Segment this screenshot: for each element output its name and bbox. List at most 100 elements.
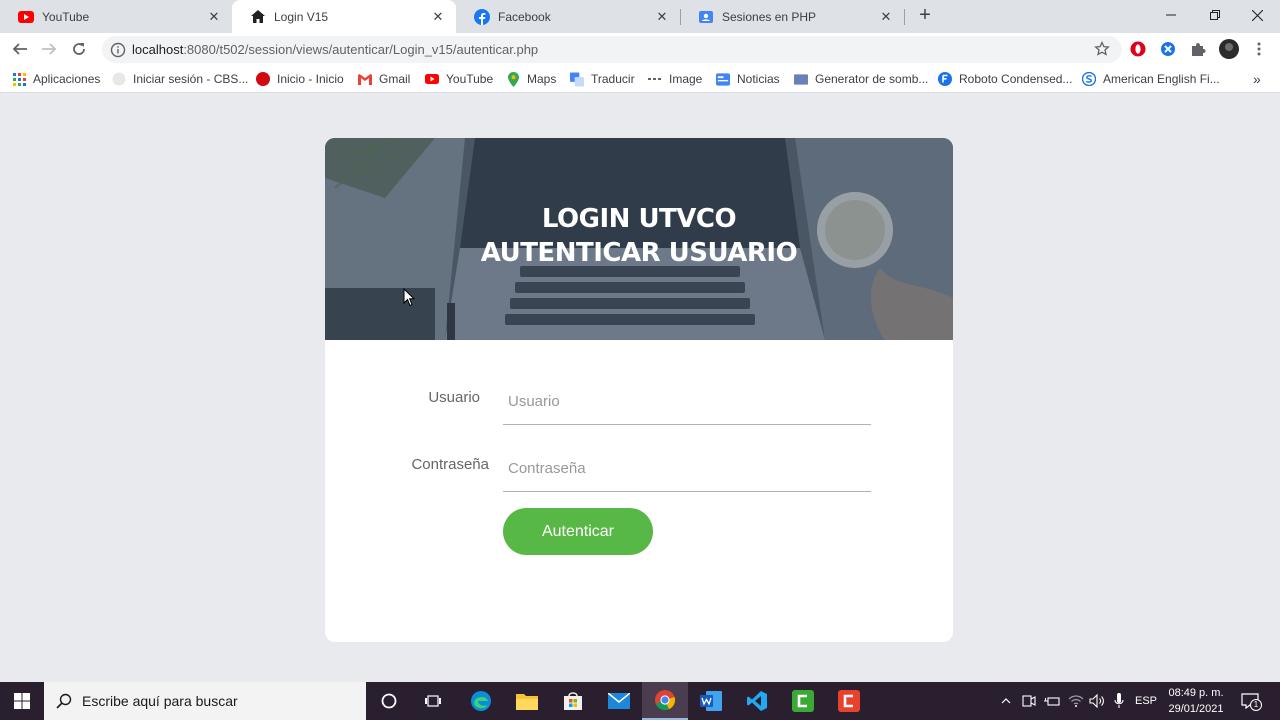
close-icon[interactable]: ✕ [654, 9, 670, 25]
tab-title: Facebook [498, 9, 551, 24]
cortana-button[interactable] [366, 682, 412, 720]
close-icon[interactable]: ✕ [206, 9, 222, 25]
title-line-1: LOGIN UTVCO [541, 204, 737, 234]
bookmark-american-english[interactable]: American English Fi... [1082, 70, 1220, 88]
bookmark-inicio[interactable]: Inicio - Inicio [256, 70, 344, 88]
clock-date: 29/01/2021 [1168, 703, 1224, 715]
bookmark-label: Roboto Condensed... [959, 72, 1073, 86]
store-app[interactable] [550, 682, 596, 720]
volume-button[interactable] [1086, 682, 1108, 720]
tab-sesiones-php[interactable]: Sesiones en PHP ✕ [680, 0, 904, 33]
browser-toolbar: localhost:8080/t502/session/views/autent… [0, 33, 1280, 65]
mouse-cursor-icon [403, 288, 415, 307]
bookmark-noticias[interactable]: Noticias [716, 70, 780, 88]
red-circle-icon [256, 72, 270, 86]
address-bar[interactable]: localhost:8080/t502/session/views/autent… [102, 36, 1122, 63]
start-button[interactable] [0, 682, 44, 720]
bookmark-maps[interactable]: Maps [506, 70, 556, 88]
microphone-icon [1114, 693, 1124, 708]
hero-banner: LOGIN UTVCO AUTENTICAR USUARIO [325, 138, 953, 340]
bookmark-label: Generator de somb... [815, 72, 929, 86]
font-f-icon [938, 72, 952, 86]
meet-now-button[interactable] [1019, 682, 1039, 720]
authenticate-button[interactable]: Autenticar [503, 508, 653, 555]
dashes-icon [648, 72, 662, 86]
bookmark-star-icon[interactable] [1094, 40, 1110, 57]
wifi-button[interactable] [1065, 682, 1087, 720]
extensions-puzzle-icon[interactable] [1189, 40, 1207, 58]
bookmarks-bar: Aplicaciones Iniciar sesión - CBS... Ini… [0, 65, 1280, 93]
show-hidden-icons-button[interactable] [996, 682, 1016, 720]
mail-app[interactable] [596, 682, 642, 720]
microphone-button[interactable] [1108, 682, 1130, 720]
store-bag-icon [564, 692, 582, 710]
bookmark-gmail[interactable]: Gmail [358, 70, 410, 88]
bookmark-iniciar-sesion[interactable]: Iniciar sesión - CBS... [112, 70, 248, 88]
username-input[interactable] [503, 379, 871, 425]
word-app[interactable] [688, 682, 734, 720]
translate-extension-icon[interactable] [1159, 40, 1177, 58]
close-window-button[interactable] [1234, 0, 1280, 30]
bookmark-label: Inicio - Inicio [277, 72, 344, 86]
minimize-button[interactable] [1148, 0, 1194, 30]
youtube-icon [18, 9, 34, 25]
forward-button[interactable] [37, 37, 61, 61]
restore-button[interactable] [1192, 0, 1238, 30]
reload-button[interactable] [67, 37, 91, 61]
bookmark-label: Noticias [737, 72, 780, 86]
password-input[interactable] [503, 446, 871, 492]
url-host: localhost [132, 42, 184, 57]
camtasia-green-app[interactable] [780, 682, 826, 720]
more-vert-icon [1257, 42, 1261, 56]
edge-app[interactable] [458, 682, 504, 720]
close-icon[interactable]: ✕ [430, 9, 446, 25]
taskbar-clock[interactable]: 08:49 p. m. 29/01/2021 [1160, 685, 1232, 717]
bookmark-image[interactable]: Image [648, 70, 702, 88]
avatar-icon [1219, 39, 1239, 59]
language-indicator[interactable]: ESP [1133, 682, 1159, 720]
tab-title: Sesiones en PHP [722, 9, 817, 24]
taskbar-search-box[interactable]: Escribe aquí para buscar [44, 682, 366, 720]
news-icon [716, 72, 730, 86]
task-view-button[interactable] [410, 682, 456, 720]
close-icon[interactable]: ✕ [878, 9, 894, 25]
tab-youtube[interactable]: YouTube ✕ [0, 0, 232, 33]
back-button[interactable] [8, 37, 32, 61]
search-icon [56, 693, 72, 709]
tab-facebook[interactable]: Facebook ✕ [456, 0, 680, 33]
bookmark-youtube[interactable]: YouTube [425, 70, 493, 88]
facebook-icon [474, 8, 490, 25]
tab-separator [904, 9, 905, 25]
opera-extension-icon[interactable] [1129, 40, 1147, 58]
bookmark-roboto[interactable]: Roboto Condensed... [938, 70, 1072, 88]
forward-arrow-icon [42, 43, 57, 55]
speaker-icon [1089, 694, 1104, 708]
camtasia-red-app[interactable] [826, 682, 872, 720]
battery-button[interactable] [1041, 682, 1063, 720]
bookmark-traducir[interactable]: Traducir [570, 70, 635, 88]
info-icon[interactable] [110, 42, 126, 58]
username-label: Usuario [428, 389, 480, 406]
new-tab-button[interactable]: + [914, 5, 936, 27]
bookmark-generator[interactable]: Generator de somb... [794, 70, 928, 88]
url-path: :8080/t502/session/views/autenticar/Logi… [183, 42, 539, 57]
tab-login-v15[interactable]: Login V15 ✕ [232, 0, 456, 33]
bookmarks-overflow-button[interactable]: » [1253, 70, 1261, 88]
chrome-app[interactable] [642, 682, 688, 720]
file-explorer-app[interactable] [504, 682, 550, 720]
bookmark-label: Maps [527, 72, 557, 86]
menu-button[interactable] [1250, 40, 1268, 58]
bookmark-label: Traducir [591, 72, 635, 86]
vscode-app[interactable] [734, 682, 780, 720]
url-text[interactable]: localhost:8080/t502/session/views/autent… [132, 42, 538, 57]
maps-pin-icon [506, 71, 520, 87]
apps-grid-icon [12, 72, 26, 86]
search-placeholder: Escribe aquí para buscar [82, 693, 238, 709]
bookmark-aplicaciones[interactable]: Aplicaciones [12, 70, 100, 88]
notification-center-button[interactable]: 1 [1236, 682, 1264, 720]
windows-logo-icon [14, 693, 30, 709]
folder-icon [794, 72, 808, 86]
tab-strip: YouTube ✕ Login V15 ✕ Facebook ✕ Sesione… [0, 0, 1280, 33]
profile-avatar[interactable] [1218, 38, 1240, 60]
close-icon [1251, 9, 1263, 21]
